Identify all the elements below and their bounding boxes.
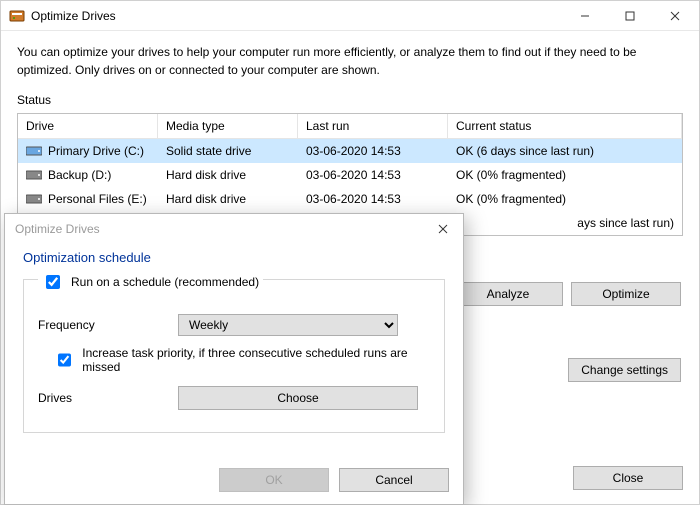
drive-name: Primary Drive (C:): [48, 144, 144, 158]
drive-media: Solid state drive: [158, 141, 298, 161]
drive-last-run: 03-06-2020 14:53: [298, 165, 448, 185]
change-settings-button[interactable]: Change settings: [568, 358, 681, 382]
drive-name: Backup (D:): [48, 168, 111, 182]
drive-last-run: 03-06-2020 14:53: [298, 189, 448, 209]
minimize-button[interactable]: [562, 1, 607, 30]
close-button[interactable]: [652, 1, 697, 30]
drive-media: Hard disk drive: [158, 165, 298, 185]
ok-button[interactable]: OK: [219, 468, 329, 492]
titlebar: Optimize Drives: [1, 1, 699, 31]
dialog-close-button[interactable]: [429, 217, 457, 241]
run-schedule-row[interactable]: Run on a schedule (recommended): [38, 272, 263, 292]
table-row[interactable]: Personal Files (E:) Hard disk drive03-06-…: [18, 187, 682, 211]
priority-label: Increase task priority, if three consecu…: [82, 346, 430, 374]
drive-icon: [26, 193, 42, 205]
drives-label: Drives: [38, 391, 178, 405]
frequency-select[interactable]: Weekly: [178, 314, 398, 336]
drive-icon: [26, 145, 42, 157]
frequency-label: Frequency: [38, 318, 178, 332]
optimize-button[interactable]: Optimize: [571, 282, 681, 306]
drive-status: OK (6 days since last run): [448, 141, 682, 161]
priority-row[interactable]: Increase task priority, if three consecu…: [54, 346, 430, 374]
col-drive[interactable]: Drive: [18, 114, 158, 138]
col-last[interactable]: Last run: [298, 114, 448, 138]
table-row[interactable]: Backup (D:) Hard disk drive03-06-2020 14:…: [18, 163, 682, 187]
dialog-titlebar: Optimize Drives: [5, 214, 463, 244]
schedule-group: Run on a schedule (recommended) Frequenc…: [23, 279, 445, 433]
run-schedule-label: Run on a schedule (recommended): [71, 275, 259, 289]
drive-status: OK (0% fragmented): [448, 189, 682, 209]
close-window-button[interactable]: Close: [573, 466, 683, 490]
drive-media: Hard disk drive: [158, 189, 298, 209]
dialog-title: Optimize Drives: [15, 222, 429, 236]
cancel-button[interactable]: Cancel: [339, 468, 449, 492]
table-header: Drive Media type Last run Current status: [18, 114, 682, 139]
choose-drives-button[interactable]: Choose: [178, 386, 418, 410]
col-media[interactable]: Media type: [158, 114, 298, 138]
window-controls: [562, 1, 697, 30]
drive-status: OK (0% fragmented): [448, 165, 682, 185]
dialog-heading: Optimization schedule: [23, 250, 445, 265]
priority-checkbox[interactable]: [58, 353, 71, 367]
table-row[interactable]: Primary Drive (C:) Solid state drive03-06…: [18, 139, 682, 163]
description-text: You can optimize your drives to help you…: [17, 43, 683, 79]
drive-icon: [26, 169, 42, 181]
drive-name: Personal Files (E:): [48, 192, 147, 206]
maximize-button[interactable]: [607, 1, 652, 30]
drive-last-run: 03-06-2020 14:53: [298, 141, 448, 161]
schedule-dialog: Optimize Drives Optimization schedule Ru…: [4, 213, 464, 505]
app-icon: [9, 8, 25, 24]
analyze-button[interactable]: Analyze: [453, 282, 563, 306]
status-label: Status: [17, 93, 683, 107]
col-status[interactable]: Current status: [448, 114, 682, 138]
window-title: Optimize Drives: [31, 9, 562, 23]
run-schedule-checkbox[interactable]: [46, 275, 60, 289]
